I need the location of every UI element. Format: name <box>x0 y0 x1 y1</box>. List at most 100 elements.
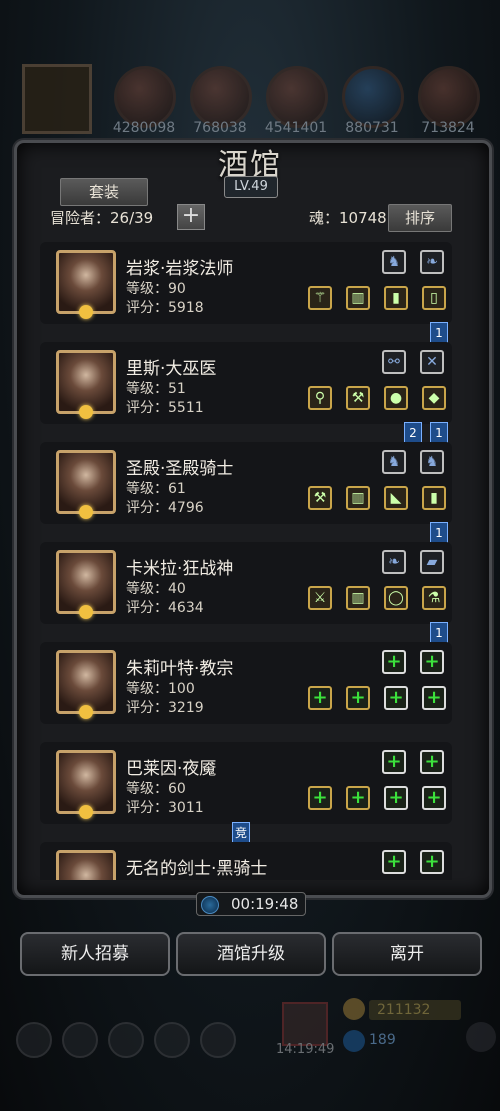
hero-portrait[interactable] <box>56 750 116 819</box>
add-pet-plus-icon[interactable]: + <box>382 650 406 674</box>
add-weapon-plus-icon[interactable]: + <box>308 686 332 710</box>
tag-badge: 1 <box>430 422 448 444</box>
hero-level: 等级：100 <box>126 681 195 697</box>
hero-list[interactable]: 岩浆·岩浆法师 等级：90 评分：5918 ♞ ❧ ⚚ ▥ ▮ ▯ 1 里斯·大… <box>40 240 460 880</box>
gem-icon <box>343 1030 365 1052</box>
resource-slot-5[interactable]: 713824 <box>416 62 480 142</box>
hero-portrait[interactable] <box>56 850 116 880</box>
hero-name: 巴莱因·夜魇 <box>126 759 217 779</box>
upgrade-tavern-button[interactable]: 酒馆升级 <box>176 932 326 976</box>
wing-icon[interactable]: ❧ <box>420 250 444 274</box>
resource-value: 4280098 <box>112 120 176 136</box>
tag-badge: 1 <box>430 622 448 644</box>
hero-card[interactable]: 里斯·大巫医 等级：51 评分：5511 ⚯ ✕ ⚲ ⚒ ● ◆ <box>40 342 452 424</box>
add-pet-plus-icon[interactable]: + <box>382 750 406 774</box>
resource-bar: 4280098 768038 4541401 880731 713824 <box>20 62 480 142</box>
hero-portrait[interactable] <box>56 650 116 719</box>
crossed-weapons-icon[interactable]: ✕ <box>420 350 444 374</box>
hero-level: 等级：60 <box>126 781 186 797</box>
hero-level: 等级：51 <box>126 381 186 397</box>
hero-portrait[interactable] <box>56 250 116 319</box>
gem-count: 189 <box>369 1032 396 1048</box>
potion-icon[interactable]: ⚗ <box>422 586 446 610</box>
resource-slot-3[interactable]: 4541401 <box>264 62 328 142</box>
moon-icon <box>79 605 93 619</box>
pet-icon[interactable]: ♞ <box>420 450 444 474</box>
hero-portrait[interactable] <box>56 350 116 419</box>
add-wing-plus-icon[interactable]: + <box>420 750 444 774</box>
hero-portrait[interactable] <box>56 450 116 519</box>
orb-icon[interactable]: ● <box>384 386 408 410</box>
hero-card[interactable]: 卡米拉·狂战神 等级：40 评分：4634 ❧ ▰ ⚔ ▥ ◯ ⚗ <box>40 542 452 624</box>
hero-score: 评分：3011 <box>126 800 204 816</box>
add-accessory-plus-icon[interactable]: + <box>422 686 446 710</box>
hero-level: 等级：90 <box>126 281 186 297</box>
armor-icon[interactable]: ▥ <box>346 486 370 510</box>
add-wing-plus-icon[interactable]: + <box>420 650 444 674</box>
pet-icon[interactable]: ♞ <box>382 450 406 474</box>
add-accessory-plus-icon[interactable]: + <box>422 786 446 810</box>
add-pet-plus-icon[interactable]: + <box>382 850 406 874</box>
armor-icon[interactable]: ▥ <box>346 586 370 610</box>
hero-level: 等级：61 <box>126 481 186 497</box>
pet-icon[interactable]: ♞ <box>382 250 406 274</box>
add-armor-plus-icon[interactable]: + <box>346 786 370 810</box>
armor-icon[interactable]: ▥ <box>346 286 370 310</box>
spear-icon[interactable]: ⚔ <box>308 586 332 610</box>
bracer-icon[interactable]: ◣ <box>384 486 408 510</box>
resource-slot-2[interactable]: 768038 <box>188 62 252 142</box>
wing-icon[interactable]: ❧ <box>382 550 406 574</box>
add-armor-plus-icon[interactable]: + <box>346 686 370 710</box>
resource-icon <box>418 66 480 128</box>
add-weapon-plus-icon[interactable]: + <box>308 786 332 810</box>
boots-icon[interactable]: ▮ <box>384 286 408 310</box>
pants-icon[interactable]: ▮ <box>422 486 446 510</box>
moon-icon <box>79 805 93 819</box>
add-gear-plus-icon[interactable]: + <box>384 686 408 710</box>
timer-text: 00:19:48 <box>231 895 299 913</box>
hero-card[interactable]: 无名的剑士·黑骑士 + + <box>40 842 452 880</box>
add-wing-plus-icon[interactable]: + <box>420 850 444 874</box>
hero-score: 评分：4634 <box>126 600 204 616</box>
sort-button[interactable]: 排序 <box>388 204 452 232</box>
add-adventurer-button[interactable]: + <box>177 204 205 230</box>
cape-icon[interactable]: ▰ <box>420 550 444 574</box>
moon-icon <box>79 305 93 319</box>
coin-count: 211132 <box>369 1000 461 1020</box>
staff-icon[interactable]: ⚚ <box>308 286 332 310</box>
resource-slot-0[interactable] <box>20 62 92 142</box>
menu-icon <box>200 1022 236 1058</box>
recruit-button[interactable]: 新人招募 <box>20 932 170 976</box>
hero-portrait[interactable] <box>56 550 116 619</box>
menu-icon <box>108 1022 144 1058</box>
ring-icon[interactable]: ◯ <box>384 586 408 610</box>
bottom-clock: 14:19:49 <box>276 1042 335 1057</box>
hero-score: 评分：5511 <box>126 400 204 416</box>
add-gear-plus-icon[interactable]: + <box>384 786 408 810</box>
hero-card[interactable]: 圣殿·圣殿骑士 等级：61 评分：4796 ♞ ♞ ⚒ ▥ ◣ ▮ <box>40 442 452 524</box>
hammer-icon[interactable]: ⚒ <box>308 486 332 510</box>
tag-badge: 1 <box>430 522 448 544</box>
moon-icon <box>79 705 93 719</box>
refresh-timer: 00:19:48 <box>196 892 306 916</box>
resource-slot-4[interactable]: 880731 <box>340 62 404 142</box>
set-button[interactable]: 套装 <box>60 178 148 206</box>
adventurer-count: 冒险者：26/39 <box>50 209 154 227</box>
arena-tag-badge: 竞 <box>232 822 250 844</box>
resource-value: 4541401 <box>264 120 328 136</box>
gem-icon[interactable]: ◆ <box>422 386 446 410</box>
hero-card[interactable]: 朱莉叶特·教宗 等级：100 评分：3219 + + + + + + <box>40 642 452 724</box>
weapon-icon[interactable]: ⚒ <box>346 386 370 410</box>
resource-icon <box>266 66 328 128</box>
flail-icon[interactable]: ⚯ <box>382 350 406 374</box>
hero-card[interactable]: 岩浆·岩浆法师 等级：90 评分：5918 ♞ ❧ ⚚ ▥ ▮ ▯ <box>40 242 452 324</box>
hero-card[interactable]: 巴莱因·夜魇 等级：60 评分：3011 + + + + + + <box>40 742 452 824</box>
accessory-icon[interactable]: ▯ <box>422 286 446 310</box>
scepter-icon[interactable]: ⚲ <box>308 386 332 410</box>
hero-score: 评分：4796 <box>126 500 204 516</box>
coin-icon <box>343 998 365 1020</box>
resource-slot-1[interactable]: 4280098 <box>112 62 176 142</box>
gift-icon <box>282 1002 328 1046</box>
leave-button[interactable]: 离开 <box>332 932 482 976</box>
hero-name: 卡米拉·狂战神 <box>126 559 234 579</box>
